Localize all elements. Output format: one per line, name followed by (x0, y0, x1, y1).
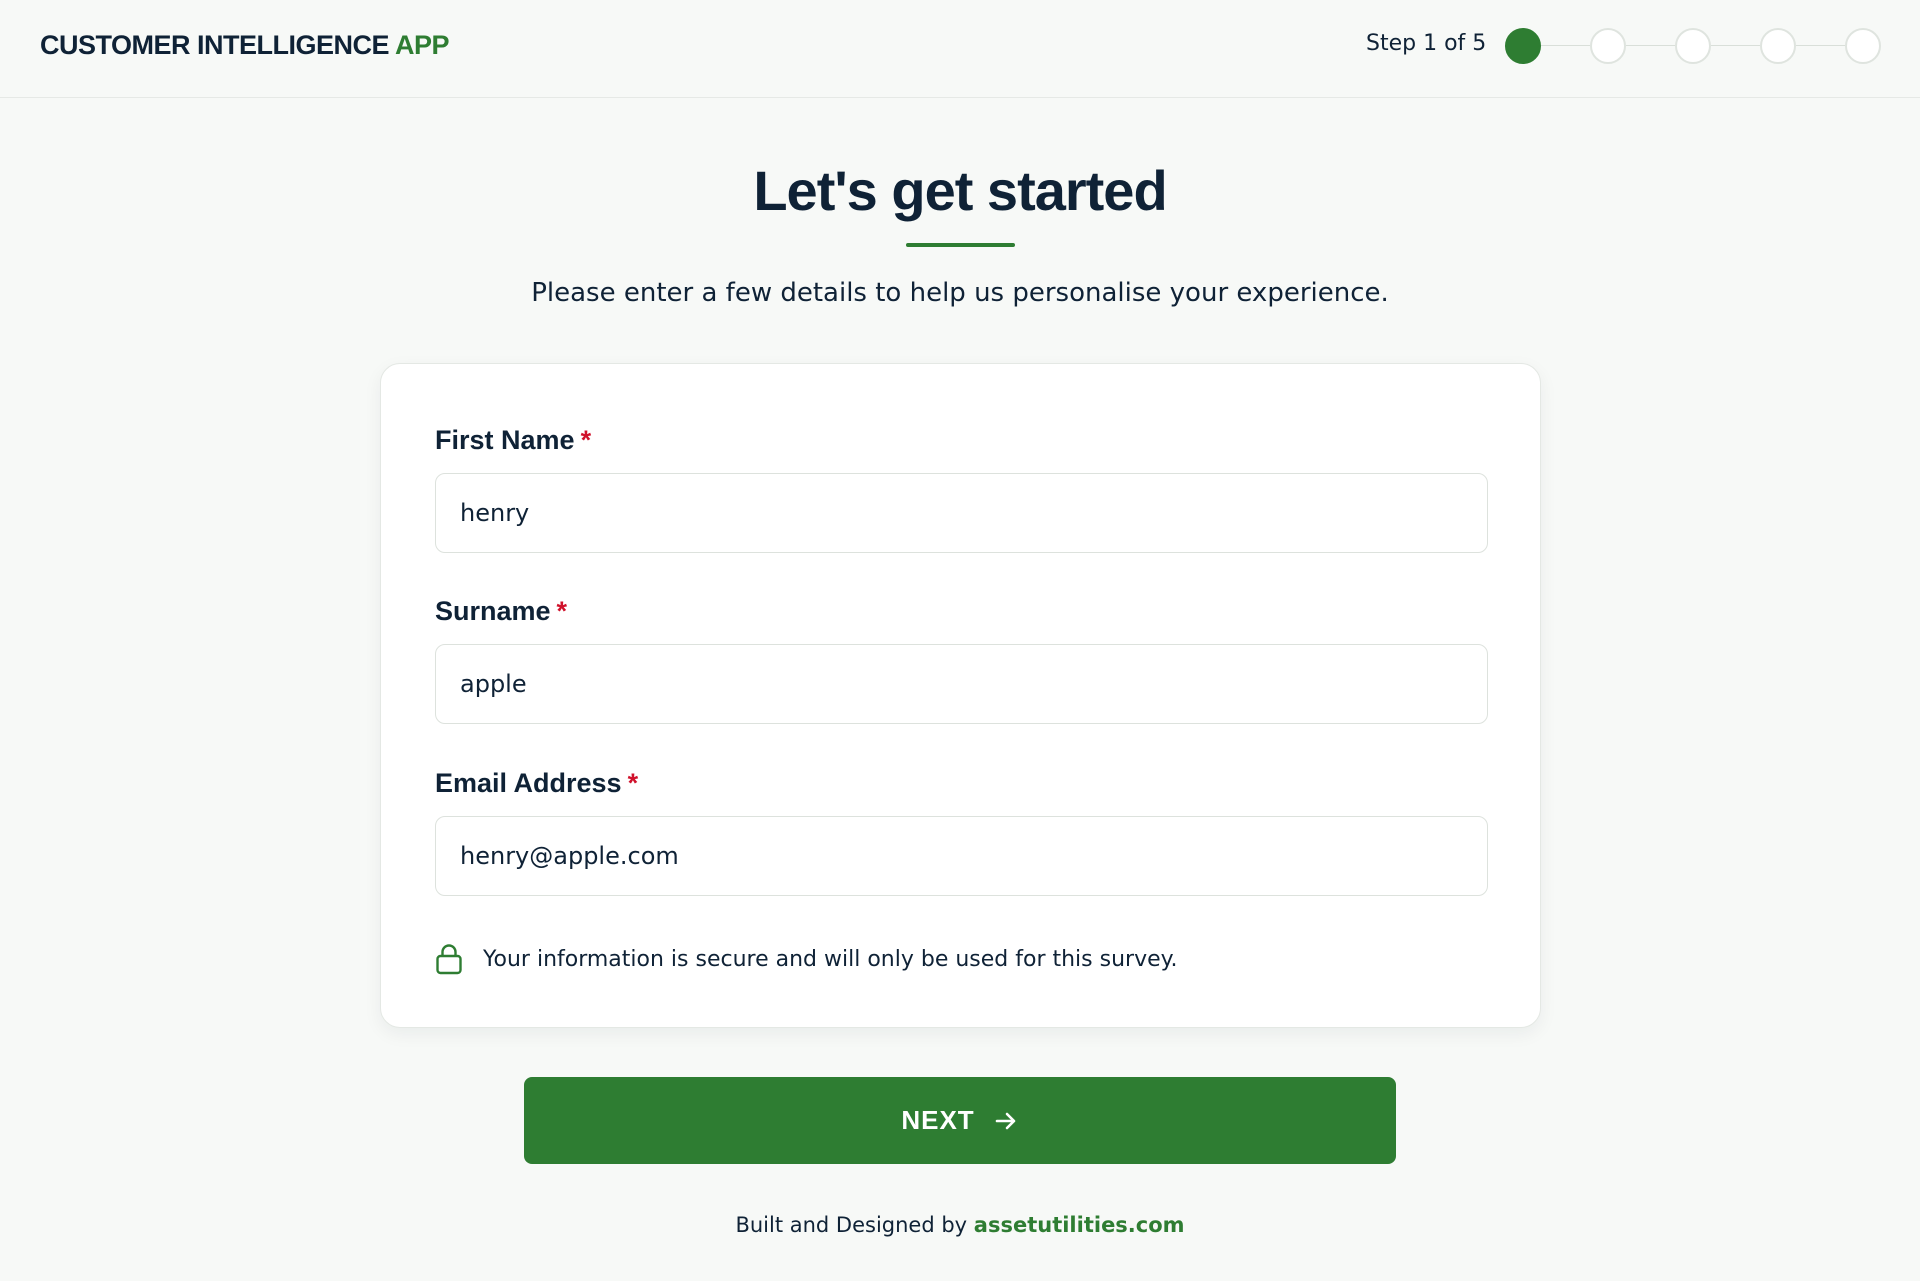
footer-credit: Built and Designed by assetutilities.com (0, 1213, 1920, 1237)
step-dot-4 (1760, 28, 1796, 64)
email-label-text: Email Address (435, 768, 622, 798)
step-dot-1 (1505, 28, 1541, 64)
required-marker: * (580, 425, 592, 455)
email-label: Email Address * (435, 768, 638, 799)
first-name-label-text: First Name (435, 425, 575, 455)
page-subtitle: Please enter a few details to help us pe… (531, 278, 1389, 308)
security-note-text: Your information is secure and will only… (483, 946, 1178, 972)
step-connector (1626, 45, 1675, 46)
step-dot-2 (1590, 28, 1626, 64)
step-dot-3 (1675, 28, 1711, 64)
surname-label: Surname * (435, 596, 567, 627)
top-bar: CUSTOMER INTELLIGENCE APP Step 1 of 5 (0, 0, 1920, 98)
step-connector (1541, 45, 1590, 46)
next-button-label: NEXT (901, 1105, 975, 1135)
details-form-card: First Name* Surname* Email Address* Your… (380, 363, 1541, 1028)
app-logo: CUSTOMER INTELLIGENCE APP (40, 30, 450, 61)
surname-input[interactable] (435, 644, 1488, 724)
surname-label-text: Surname (435, 596, 551, 626)
brand-accent: APP (395, 30, 450, 60)
next-button[interactable]: NEXT (524, 1077, 1396, 1164)
page-title: Let's get started (753, 159, 1167, 222)
step-connector (1711, 45, 1760, 46)
title-underline (906, 243, 1015, 247)
step-progress (1505, 28, 1882, 64)
security-note: Your information is secure and will only… (435, 942, 1178, 976)
arrow-right-icon (995, 1112, 1015, 1129)
step-indicator-label: Step 1 of 5 (1366, 31, 1487, 56)
required-marker: * (627, 768, 639, 798)
required-marker: * (556, 596, 568, 626)
footer-prefix: Built and Designed by (735, 1213, 968, 1237)
lock-icon (436, 944, 462, 975)
first-name-label: First Name * (435, 425, 591, 456)
footer-link[interactable]: assetutilities.com (974, 1213, 1185, 1237)
step-connector (1796, 45, 1845, 46)
step-dot-5 (1845, 28, 1881, 64)
email-input[interactable] (435, 816, 1488, 896)
brand-name: CUSTOMER INTELLIGENCE (40, 30, 390, 60)
first-name-input[interactable] (435, 473, 1488, 553)
